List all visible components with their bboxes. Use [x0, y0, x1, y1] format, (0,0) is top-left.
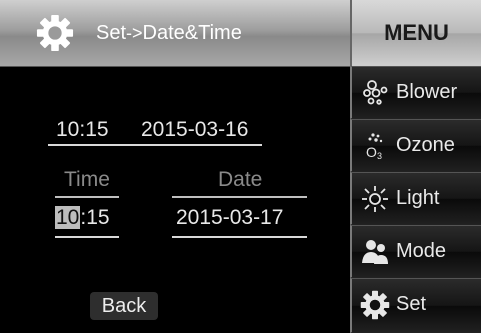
svg-text:O: O [366, 144, 377, 160]
svg-text:3: 3 [377, 151, 382, 161]
menu-label-blower: Blower [396, 81, 458, 103]
current-date: 2015-03-16 [141, 118, 249, 141]
date-field-underline [172, 236, 307, 238]
time-field[interactable]: 10:15 [55, 206, 110, 230]
title-sub: Date&Time [142, 22, 242, 44]
time-cursor[interactable]: 10 [55, 206, 81, 229]
title-main: Set [96, 22, 127, 44]
time-field-underline [55, 236, 119, 238]
menu-label-light: Light [396, 187, 440, 209]
current-underline [48, 144, 262, 146]
menu-item-ozone[interactable]: O 3 Ozone [350, 119, 481, 172]
time-label-underline [55, 196, 119, 198]
title-separator: -> [126, 23, 143, 43]
menu-item-light[interactable]: Light [350, 172, 481, 225]
ozone-icon: O 3 [366, 133, 383, 161]
current-time: 10:15 [56, 118, 109, 141]
time-label: Time [64, 168, 110, 191]
time-rest: :15 [80, 206, 110, 229]
menu-item-blower[interactable]: Blower [350, 66, 481, 119]
screen: Set->Date&Time MENU Blower O 3 Ozone Lig… [0, 0, 481, 333]
date-label-underline [172, 196, 307, 198]
light-icon [362, 186, 388, 212]
gear-icon [36, 14, 74, 52]
mode-icon [362, 240, 388, 264]
blower-icon [363, 80, 388, 105]
menu-item-set[interactable]: Set [350, 278, 481, 333]
gear-icon [360, 290, 390, 320]
menu-item-mode[interactable]: Mode [350, 225, 481, 278]
back-button[interactable]: Back [90, 292, 158, 320]
date-field[interactable]: 2015-03-17 [176, 206, 283, 230]
date-label: Date [218, 168, 263, 191]
menu-label-mode: Mode [396, 240, 447, 262]
menu-column: MENU Blower O 3 Ozone Light Mode Set [350, 0, 481, 333]
header-bar: Set->Date&Time [0, 0, 350, 67]
menu-label-ozone: Ozone [396, 134, 455, 156]
menu-label-set: Set [396, 293, 427, 315]
page-title: Set->Date&Time [96, 22, 242, 45]
menu-title: MENU [350, 0, 481, 66]
